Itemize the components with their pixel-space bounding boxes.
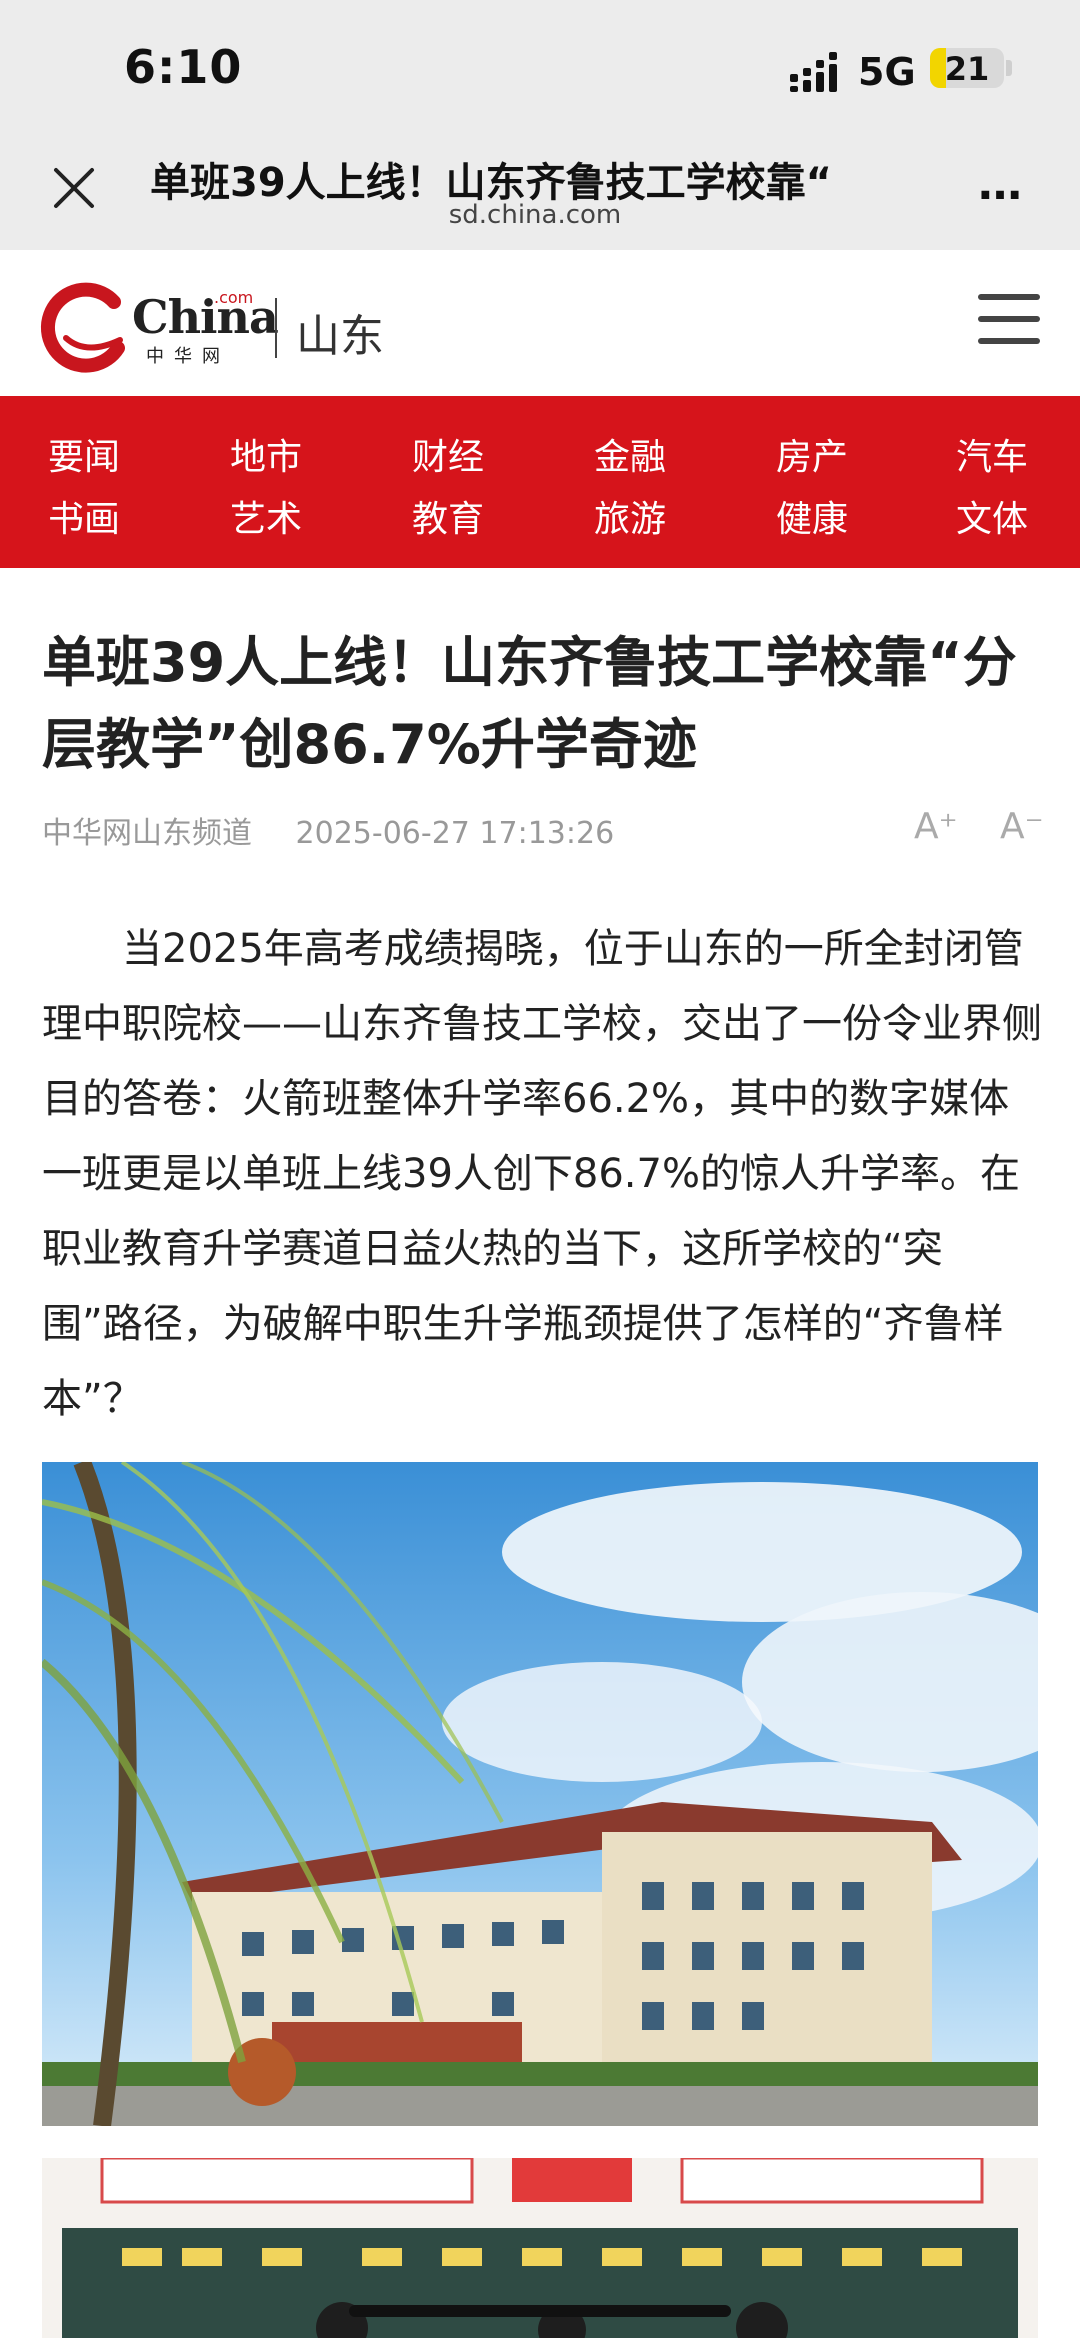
more-options-button[interactable]: … <box>978 163 1032 207</box>
status-bar: 6:10 5G 21 <box>0 0 1080 140</box>
site-header: China .com 中华网 山东 <box>0 250 1080 396</box>
school-building-photo <box>42 1462 1038 2126</box>
china-com-logo-icon[interactable] <box>36 278 132 374</box>
logo-com: .com <box>214 288 254 307</box>
signal-icon <box>790 52 837 92</box>
logo-chinese: 中华网 <box>146 346 230 367</box>
battery-level: 21 <box>944 50 990 88</box>
hamburger-menu-icon[interactable] <box>978 294 1040 348</box>
article-source[interactable]: 中华网山东频道 <box>42 816 252 851</box>
article-meta: 中华网山东频道 2025-06-27 17:13:26 <box>42 808 614 852</box>
channel-nav: 要闻 地市 财经 金融 房产 汽车 书画 艺术 教育 旅游 健康 文体 <box>0 396 1080 568</box>
nav-item-yaowen[interactable]: 要闻 <box>48 428 168 480</box>
battery-tip <box>1006 60 1012 76</box>
nav-item-wenti[interactable]: 文体 <box>956 490 1076 542</box>
article-paragraph: 当2025年高考成绩揭晓，位于山东的一所全封闭管理中职院校——山东齐鲁技工学校，… <box>42 926 1042 1422</box>
nav-item-dishi[interactable]: 地市 <box>230 428 350 480</box>
logo-divider <box>275 298 277 358</box>
font-increase-button[interactable]: A⁺ <box>914 806 958 847</box>
browser-bar: 单班39人上线！山东齐鲁技工学校靠“ sd.china.com … <box>0 140 1080 250</box>
nav-item-qiche[interactable]: 汽车 <box>956 428 1076 480</box>
status-time: 6:10 <box>124 40 243 94</box>
article-title: 单班39人上线！山东齐鲁技工学校靠“分层教学”创86.7%升学奇迹 <box>42 631 1017 776</box>
nav-item-lvyou[interactable]: 旅游 <box>594 490 714 542</box>
logo-text: China <box>132 290 279 344</box>
network-type: 5G <box>858 50 916 94</box>
nav-item-jiankang[interactable]: 健康 <box>776 490 896 542</box>
font-decrease-button[interactable]: A⁻ <box>1000 806 1044 847</box>
browser-url[interactable]: sd.china.com <box>150 200 920 230</box>
nav-item-caijing[interactable]: 财经 <box>412 428 532 480</box>
battery-icon: 21 <box>930 48 1004 88</box>
close-icon[interactable] <box>44 158 104 218</box>
home-indicator[interactable] <box>349 2305 731 2317</box>
nav-item-jiaoyu[interactable]: 教育 <box>412 490 532 542</box>
region-label[interactable]: 山东 <box>296 300 384 364</box>
nav-item-yishu[interactable]: 艺术 <box>230 490 350 542</box>
nav-item-shuhua[interactable]: 书画 <box>48 490 168 542</box>
article-date: 2025-06-27 17:13:26 <box>295 816 615 851</box>
nav-item-fangchan[interactable]: 房产 <box>776 428 896 480</box>
nav-item-jinrong[interactable]: 金融 <box>594 428 714 480</box>
